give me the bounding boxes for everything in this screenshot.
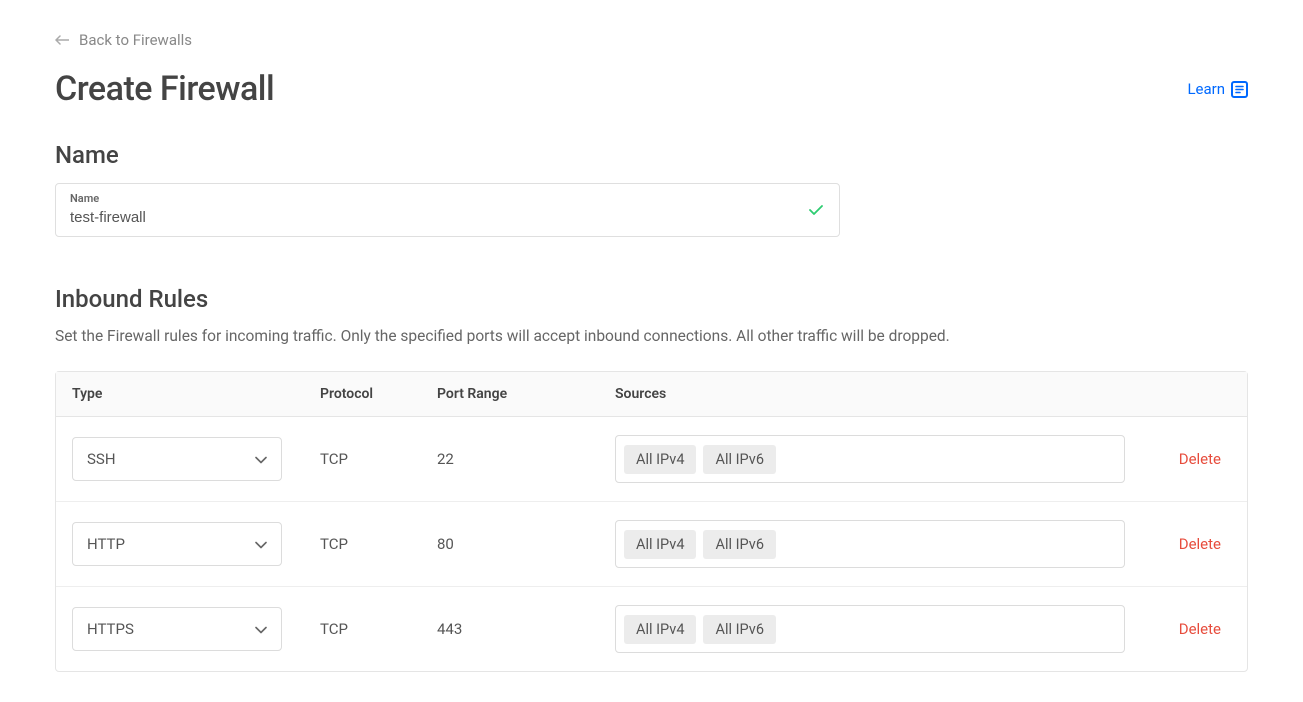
- rule-protocol: TCP: [320, 535, 437, 553]
- name-section: Name Name: [55, 141, 1248, 237]
- firewall-name-input[interactable]: [70, 209, 825, 226]
- table-row: HTTP TCP 80 All IPv4 All IPv6 Delete: [56, 502, 1247, 587]
- delete-rule-button[interactable]: Delete: [1131, 620, 1231, 638]
- inbound-rules-section: Inbound Rules Set the Firewall rules for…: [55, 285, 1248, 672]
- rule-sources-input[interactable]: All IPv4 All IPv6: [615, 605, 1125, 653]
- name-section-title: Name: [55, 141, 1248, 169]
- rule-port-range: 80: [437, 535, 615, 553]
- rule-type-select[interactable]: HTTP: [72, 522, 282, 566]
- rule-sources-input[interactable]: All IPv4 All IPv6: [615, 520, 1125, 568]
- checkmark-icon: [809, 201, 823, 220]
- chevron-down-icon: [255, 620, 267, 638]
- source-tag[interactable]: All IPv4: [624, 445, 696, 474]
- learn-label: Learn: [1187, 80, 1225, 98]
- table-row: SSH TCP 22 All IPv4 All IPv6 Delete: [56, 417, 1247, 502]
- rule-type-select[interactable]: SSH: [72, 437, 282, 481]
- source-tag[interactable]: All IPv6: [703, 615, 775, 644]
- inbound-section-title: Inbound Rules: [55, 285, 1248, 313]
- chevron-down-icon: [255, 535, 267, 553]
- col-header-type: Type: [72, 386, 320, 402]
- rule-type-select[interactable]: HTTPS: [72, 607, 282, 651]
- table-row: HTTPS TCP 443 All IPv4 All IPv6 Delete: [56, 587, 1247, 671]
- page-title: Create Firewall: [55, 69, 274, 109]
- rule-port-range: 443: [437, 620, 615, 638]
- rule-sources-input[interactable]: All IPv4 All IPv6: [615, 435, 1125, 483]
- learn-link[interactable]: Learn: [1187, 80, 1248, 98]
- rule-type-value: SSH: [87, 450, 116, 468]
- col-header-port-range: Port Range: [437, 386, 615, 402]
- rule-type-value: HTTP: [87, 535, 125, 553]
- delete-rule-button[interactable]: Delete: [1131, 450, 1231, 468]
- rule-type-value: HTTPS: [87, 620, 134, 638]
- source-tag[interactable]: All IPv4: [624, 615, 696, 644]
- name-field-label: Name: [70, 192, 825, 205]
- inbound-section-description: Set the Firewall rules for incoming traf…: [55, 327, 1248, 345]
- delete-rule-button[interactable]: Delete: [1131, 535, 1231, 553]
- source-tag[interactable]: All IPv6: [703, 445, 775, 474]
- col-header-protocol: Protocol: [320, 386, 437, 402]
- inbound-rules-table: Type Protocol Port Range Sources SSH TCP: [55, 371, 1248, 672]
- table-header-row: Type Protocol Port Range Sources: [56, 372, 1247, 417]
- rule-port-range: 22: [437, 450, 615, 468]
- rule-protocol: TCP: [320, 450, 437, 468]
- source-tag[interactable]: All IPv4: [624, 530, 696, 559]
- name-field-wrapper: Name: [55, 183, 840, 237]
- learn-icon: [1231, 81, 1248, 98]
- arrow-left-icon: [55, 31, 69, 49]
- back-link-label: Back to Firewalls: [79, 31, 192, 49]
- back-to-firewalls-link[interactable]: Back to Firewalls: [55, 31, 192, 49]
- chevron-down-icon: [255, 450, 267, 468]
- source-tag[interactable]: All IPv6: [703, 530, 775, 559]
- rule-protocol: TCP: [320, 620, 437, 638]
- col-header-sources: Sources: [615, 386, 1131, 402]
